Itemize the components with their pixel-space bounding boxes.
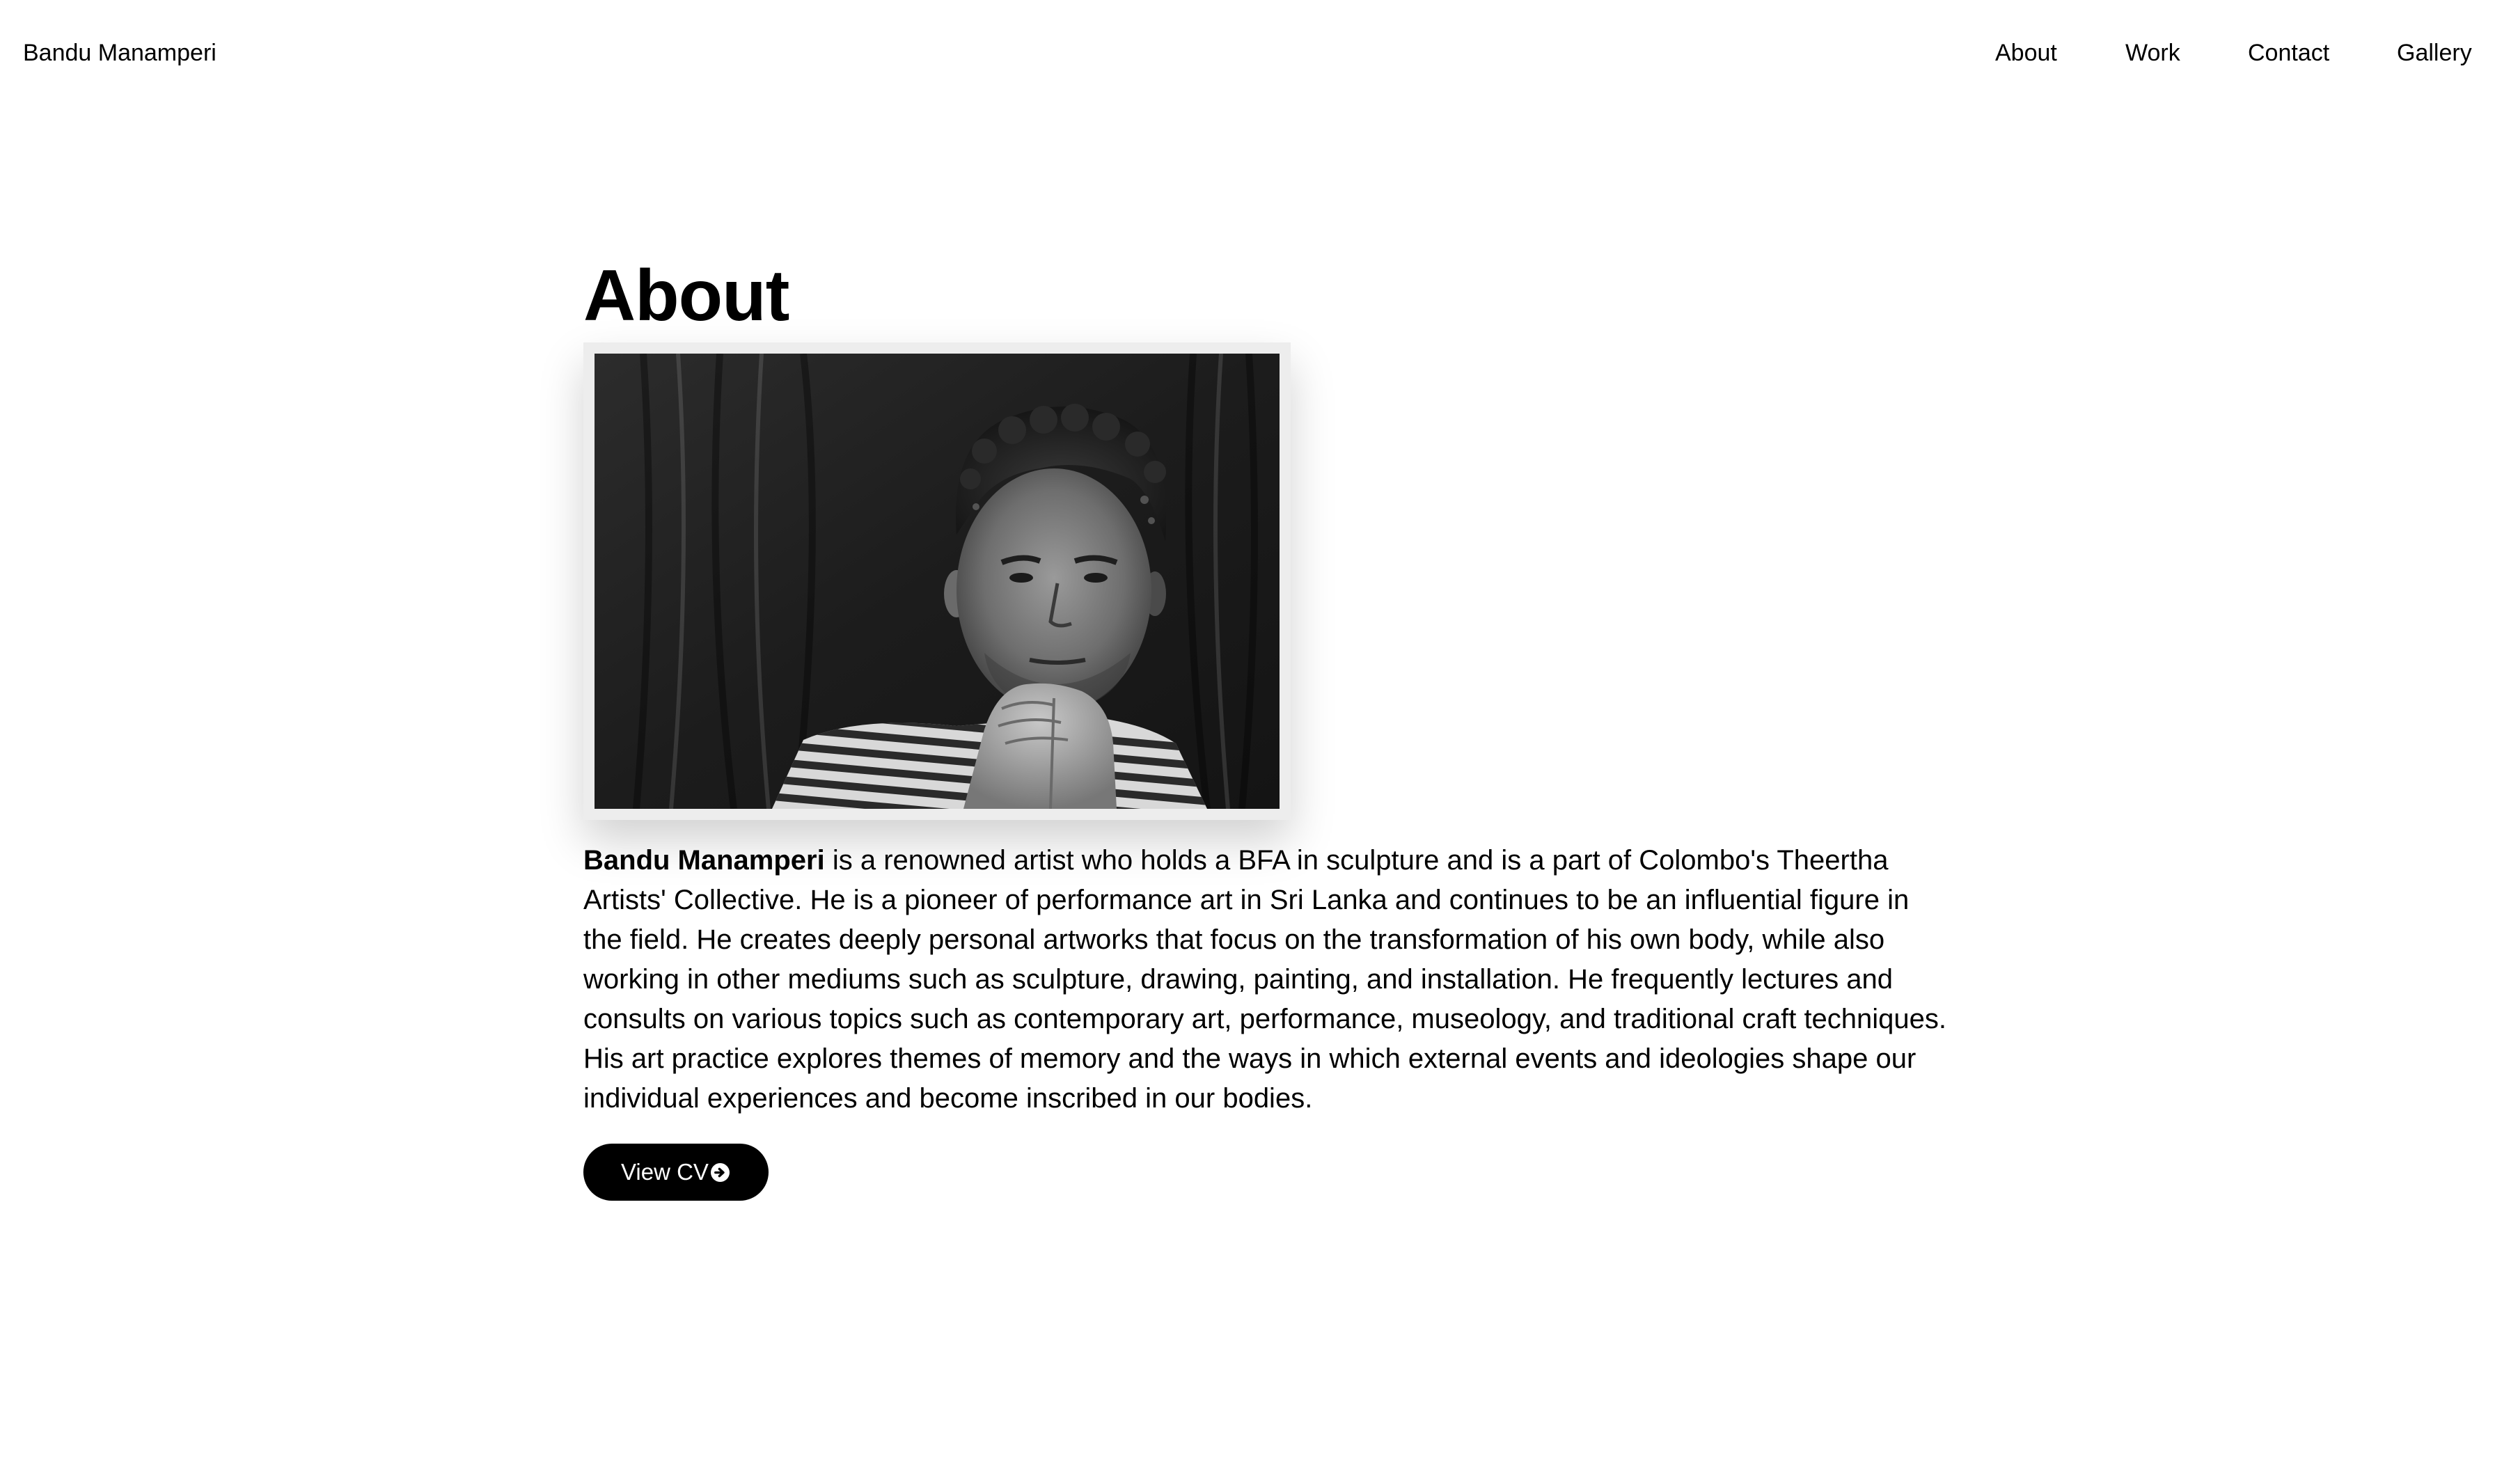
view-cv-button[interactable]: View CV — [583, 1144, 769, 1201]
nav-link-contact[interactable]: Contact — [2248, 38, 2329, 68]
bio-artist-name: Bandu Manamperi — [583, 845, 825, 876]
view-cv-label: View CV — [621, 1159, 709, 1185]
artist-portrait-photo — [595, 354, 1280, 809]
arrow-circle-right-icon — [710, 1162, 730, 1182]
portrait-frame — [583, 342, 1291, 820]
page-title: About — [583, 255, 789, 336]
bio-paragraph: Bandu Manamperi is a renowned artist who… — [583, 841, 1948, 1119]
main-nav: About Work Contact Gallery — [0, 38, 2495, 68]
nav-link-work[interactable]: Work — [2125, 38, 2180, 68]
nav-link-gallery[interactable]: Gallery — [2397, 38, 2472, 68]
nav-link-about[interactable]: About — [1995, 38, 2057, 68]
bio-text: is a renowned artist who holds a BFA in … — [583, 845, 1947, 1114]
site-header: Bandu Manamperi About Work Contact Galle… — [0, 0, 2495, 109]
about-section: About Bandu Manamperi is a renowned arti… — [583, 251, 1948, 1201]
